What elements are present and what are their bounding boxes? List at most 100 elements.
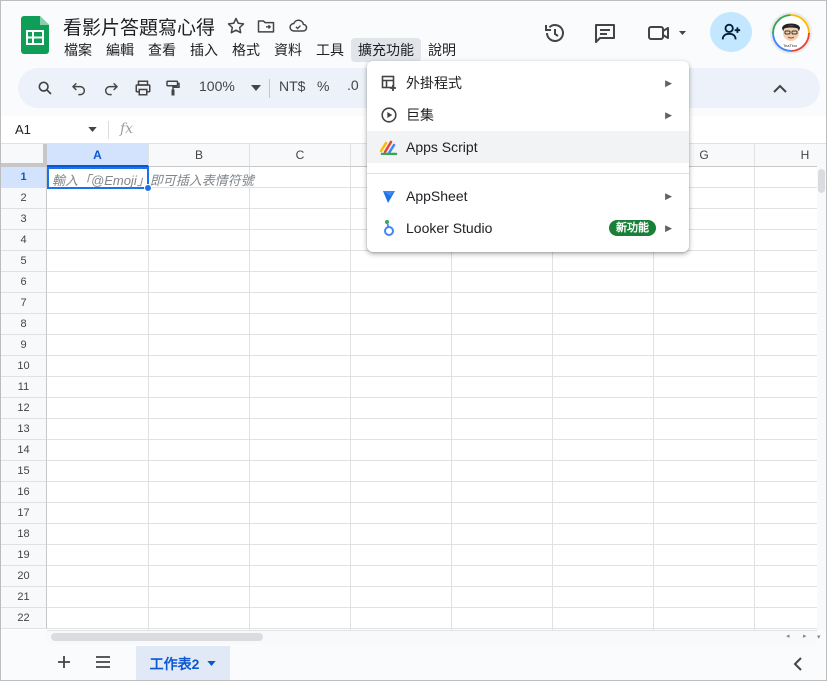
collapse-sidepanel-icon[interactable] [793,657,802,671]
column-header[interactable]: A [47,144,149,167]
row-header[interactable]: 13 [1,419,47,440]
menu-file[interactable]: 檔案 [57,38,99,62]
row-header[interactable]: 9 [1,335,47,356]
submenu-arrow-icon: ▶ [665,222,672,233]
menu-format[interactable]: 格式 [225,38,267,62]
avatar-label: TeaTino [783,43,798,48]
menu-item-label: Apps Script [406,139,478,155]
row-gridline [47,607,817,608]
menu-edit[interactable]: 編輯 [99,38,141,62]
menu-item-label: 外掛程式 [406,75,462,91]
row-header[interactable]: 6 [1,272,47,293]
menu-item-macros[interactable]: 巨集 ▶ [367,99,689,131]
name-box-dropdown-icon[interactable] [88,127,97,132]
format-currency-button[interactable]: NT$ [279,78,305,94]
appsheet-icon [380,187,398,205]
menu-item-appsheet[interactable]: AppSheet ▶ [367,180,689,212]
move-folder-icon[interactable] [256,16,278,38]
all-sheets-menu-icon[interactable] [95,656,111,668]
menu-extensions[interactable]: 擴充功能 [351,38,421,62]
row-header[interactable]: 18 [1,524,47,545]
account-avatar[interactable]: TeaTino [770,12,812,54]
submenu-arrow-icon: ▶ [665,77,672,88]
sheet-tab-dropdown-icon[interactable] [207,661,217,666]
row-header[interactable]: 4 [1,230,47,251]
row-gridline [47,355,817,356]
name-box[interactable]: A1 [15,122,31,137]
column-gridline [754,167,755,630]
decrease-decimal-button[interactable]: .0 [347,77,359,93]
menu-tools[interactable]: 工具 [309,38,351,62]
row-header[interactable]: 1 [1,167,47,188]
fx-icon: fx [120,121,134,137]
row-header[interactable]: 7 [1,293,47,314]
row-gridline [47,376,817,377]
column-header[interactable]: B [149,144,250,167]
menu-item-apps-script[interactable]: Apps Script [367,131,689,163]
scroll-right-icon[interactable]: ▸ [803,632,807,640]
row-gridline [47,292,817,293]
format-percent-button[interactable]: % [317,78,329,94]
scroll-down-icon[interactable]: ▾ [817,633,821,641]
formula-divider [108,121,109,139]
row-header[interactable]: 20 [1,566,47,587]
sheet-tab[interactable]: 工作表2 [136,646,230,680]
row-header[interactable]: 19 [1,545,47,566]
row-gridline [47,523,817,524]
vertical-scrollbar[interactable] [817,144,826,630]
row-header[interactable]: 3 [1,209,47,230]
row-header[interactable]: 22 [1,608,47,629]
column-gridline [148,167,149,630]
history-icon[interactable] [543,21,567,45]
row-header[interactable]: 11 [1,377,47,398]
row-gridline [47,565,817,566]
column-gridline [249,167,250,630]
scroll-left-icon[interactable]: ◂ [786,632,790,640]
menu-data[interactable]: 資料 [267,38,309,62]
column-gridline [350,167,351,630]
row-header[interactable]: 8 [1,314,47,335]
document-title[interactable]: 看影片答題寫心得 [63,13,215,40]
zoom-dropdown-icon[interactable] [246,78,266,98]
row-gridline [47,334,817,335]
add-sheet-icon[interactable] [56,654,72,670]
undo-icon[interactable] [69,78,89,98]
horizontal-scroll-thumb[interactable] [51,633,263,641]
looker-studio-icon [380,219,398,237]
row-header[interactable]: 2 [1,188,47,209]
menu-insert[interactable]: 插入 [183,38,225,62]
vertical-scroll-thumb[interactable] [818,169,825,193]
row-header[interactable]: 16 [1,482,47,503]
zoom-select[interactable]: 100% [199,78,235,94]
row-header[interactable]: 12 [1,398,47,419]
row-gridline [47,544,817,545]
menu-item-looker-studio[interactable]: Looker Studio 新功能 ▶ [367,212,689,244]
select-all-corner[interactable] [1,144,47,167]
comments-icon[interactable] [593,21,617,45]
collapse-toolbar-icon[interactable] [770,78,790,98]
star-icon[interactable] [226,16,248,38]
column-header[interactable]: H [755,144,817,167]
redo-icon[interactable] [101,78,121,98]
search-menus-icon[interactable] [35,78,55,98]
paint-format-icon[interactable] [163,78,183,98]
menu-help[interactable]: 說明 [421,38,463,62]
toolbar-divider [269,79,270,98]
row-header[interactable]: 17 [1,503,47,524]
print-icon[interactable] [133,78,153,98]
row-header[interactable]: 15 [1,461,47,482]
meet-camera-icon[interactable] [647,21,689,45]
row-header[interactable]: 21 [1,587,47,608]
row-gridline [47,502,817,503]
menu-view[interactable]: 查看 [141,38,183,62]
cloud-saved-icon[interactable] [287,16,309,38]
sheets-logo-icon[interactable] [21,16,49,54]
column-header[interactable]: C [250,144,351,167]
row-header[interactable]: 14 [1,440,47,461]
row-header[interactable]: 10 [1,356,47,377]
row-header[interactable]: 5 [1,251,47,272]
menu-item-addons[interactable]: 外掛程式 ▶ [367,67,689,99]
row-gridline [47,397,817,398]
share-button[interactable] [710,12,752,52]
menu-divider [367,173,689,174]
